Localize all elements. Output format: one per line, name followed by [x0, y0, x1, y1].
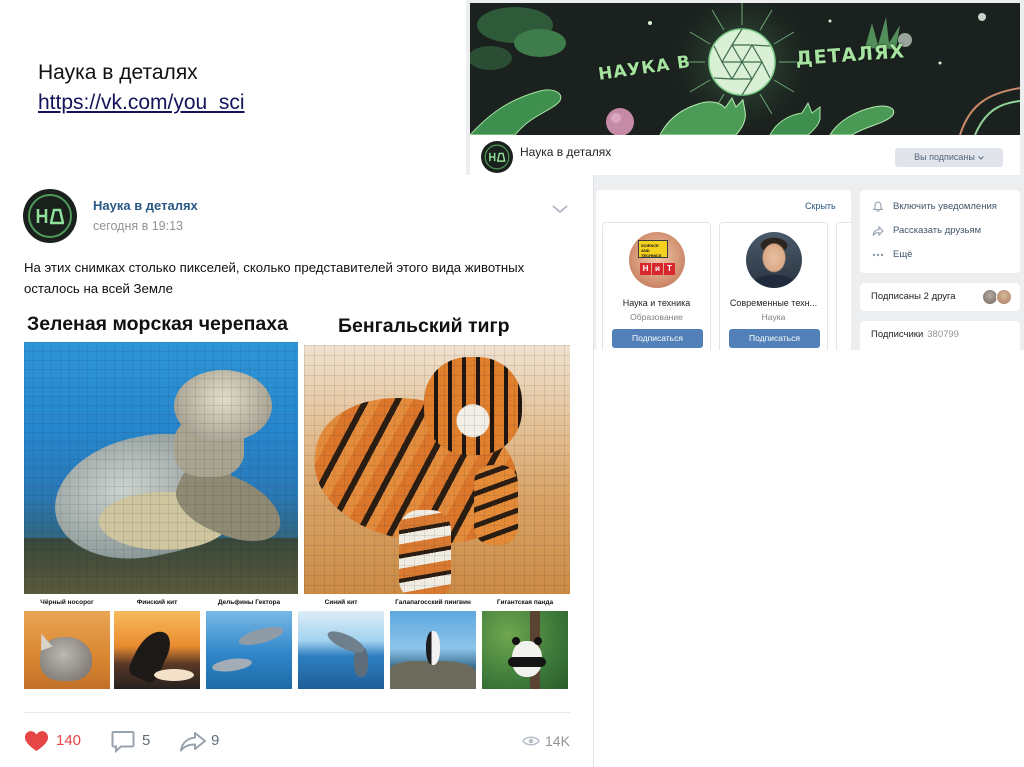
group-cover-image: НАУКА В ДЕТАЛЯХ — [470, 3, 1020, 135]
image-detail — [534, 637, 542, 645]
group-name: Наука в деталях — [520, 145, 612, 159]
recommended-group-card[interactable]: Современные техн... Наука Подписаться — [719, 222, 828, 350]
post-author-name[interactable]: Наука в деталях — [93, 198, 198, 213]
thumbnail-label: Дельфины Гектора — [217, 599, 281, 606]
action-label: Рассказать друзьям — [893, 225, 982, 236]
image-detail — [426, 631, 440, 665]
followers-row: Подписчики 380799 — [871, 329, 959, 340]
share-icon — [872, 225, 884, 237]
hide-recommendations-link[interactable]: Скрыть — [805, 201, 836, 211]
views-count: 14K — [545, 733, 570, 749]
recommended-group-name[interactable]: Современные техн... — [720, 298, 827, 308]
more-action[interactable]: Ещё — [860, 243, 1020, 267]
thumbnail-label: Финский кит — [136, 599, 178, 606]
avatar[interactable] — [996, 289, 1012, 305]
post-divider — [24, 712, 570, 713]
thumbnail-label: Синий кит — [324, 599, 358, 606]
image-detail — [211, 656, 253, 674]
pixel-grid — [24, 342, 298, 594]
chevron-down-icon — [978, 155, 984, 160]
logo-letter: и — [652, 263, 663, 275]
more-icon — [872, 253, 884, 257]
friends-subscribed-label: Подписаны 2 друга — [871, 291, 956, 302]
tell-friends-action[interactable]: Рассказать друзьям — [860, 219, 1020, 243]
enable-notifications-action[interactable]: Включить уведомления — [860, 195, 1020, 219]
recommended-group-name[interactable]: Наука и техника — [603, 298, 710, 308]
image-caption: Зеленая морская черепаха — [27, 313, 288, 335]
subscribe-button[interactable]: Подписаться — [729, 329, 820, 348]
friends-subscribed-card[interactable]: Подписаны 2 друга — [860, 283, 1020, 311]
penguin-thumbnail[interactable] — [390, 611, 476, 689]
turtle-image[interactable] — [24, 342, 298, 594]
share-icon[interactable] — [179, 731, 207, 752]
group-page-screenshot: Скрыть SCIENCE AND TECHNICS Н и Т Наука … — [593, 175, 1024, 350]
followers-count: 380799 — [927, 329, 959, 340]
slide-title: Наука в деталях — [38, 61, 198, 84]
logo-caption: SCIENCE AND TECHNICS — [638, 240, 668, 258]
logo-letter: Т — [664, 263, 675, 275]
comment-icon[interactable] — [111, 730, 135, 753]
cover-illustration — [470, 3, 1020, 135]
post-author-avatar[interactable] — [23, 189, 77, 243]
image-detail — [512, 637, 520, 645]
post-text-line: осталось на всей Земле — [24, 281, 173, 296]
recommended-group-avatar[interactable]: SCIENCE AND TECHNICS Н и Т — [629, 232, 685, 288]
panda-thumbnail[interactable] — [482, 611, 568, 689]
thumbnail-label: Чёрный носорог — [40, 599, 94, 606]
comments-count[interactable]: 5 — [142, 732, 150, 749]
subscribed-button[interactable]: Вы подписаны — [895, 148, 1003, 167]
thumbnail-label: Гигантская панда — [496, 599, 554, 606]
bell-icon — [873, 201, 883, 212]
recommended-group-avatar[interactable] — [746, 232, 802, 288]
image-detail — [236, 623, 286, 649]
wall-post: Наука в деталях сегодня в 19:13 На этих … — [0, 175, 593, 767]
tiger-image[interactable] — [304, 345, 570, 594]
recommended-group-category: Наука — [761, 312, 786, 322]
group-avatar[interactable] — [481, 141, 513, 173]
recommended-group-category: Образование — [630, 312, 683, 322]
heart-icon[interactable] — [24, 730, 49, 752]
recommended-group-card-partial[interactable] — [836, 222, 851, 350]
rhino-thumbnail[interactable] — [24, 611, 110, 689]
followers-card[interactable]: Подписчики 380799 — [860, 321, 1020, 350]
image-detail — [390, 661, 476, 689]
eye-icon — [522, 736, 540, 746]
blue-whale-thumbnail[interactable] — [298, 611, 384, 689]
shares-count[interactable]: 9 — [211, 732, 219, 749]
fin-whale-thumbnail[interactable] — [114, 611, 200, 689]
image-detail — [154, 669, 194, 681]
image-caption: Бенгальский тигр — [338, 315, 510, 337]
subscribe-button[interactable]: Подписаться — [612, 329, 703, 348]
dolphins-thumbnail[interactable] — [206, 611, 292, 689]
post-text-line: На этих снимках столько пикселей, скольк… — [24, 260, 525, 275]
post-timestamp[interactable]: сегодня в 19:13 — [93, 219, 183, 233]
chevron-down-icon[interactable] — [551, 203, 569, 215]
logo-letters: Н и Т — [640, 263, 676, 275]
logo-letter: Н — [640, 263, 651, 275]
image-detail — [324, 627, 368, 657]
recommended-group-card[interactable]: SCIENCE AND TECHNICS Н и Т Наука и техни… — [602, 222, 711, 350]
group-header-bar: Наука в деталях Вы подписаны — [470, 135, 1020, 175]
likes-count[interactable]: 140 — [56, 732, 81, 749]
group-actions-card: Включить уведомления Рассказать друзьям … — [860, 190, 1020, 273]
group-header-screenshot: НАУКА В ДЕТАЛЯХ Наука в деталях Вы подпи… — [466, 0, 1024, 178]
pixel-grid — [304, 345, 570, 594]
subscribed-button-label: Вы подписаны — [914, 152, 975, 162]
followers-label: Подписчики — [871, 329, 924, 340]
action-label: Включить уведомления — [893, 201, 997, 212]
group-link[interactable]: https://vk.com/you_sci — [38, 90, 245, 115]
image-detail — [508, 657, 546, 667]
action-label: Ещё — [893, 249, 913, 260]
recommendations-card: Скрыть SCIENCE AND TECHNICS Н и Т Наука … — [596, 190, 851, 350]
thumbnail-label: Галапагосский пингвин — [395, 599, 471, 606]
